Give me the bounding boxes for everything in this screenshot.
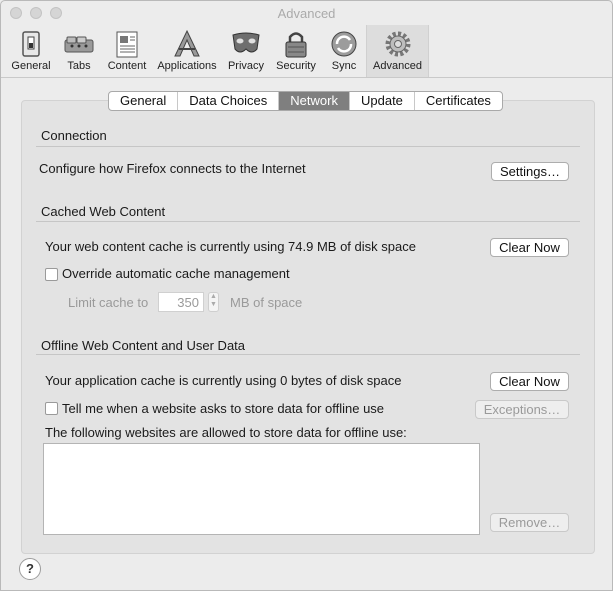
toolbar-item-tabs[interactable]: Tabs bbox=[58, 25, 100, 77]
cache-divider bbox=[36, 221, 580, 222]
exceptions-button[interactable]: Exceptions… bbox=[475, 400, 569, 419]
cache-heading: Cached Web Content bbox=[41, 204, 166, 219]
cache-limit-unit: MB of space bbox=[230, 295, 303, 310]
tell-me-checkbox[interactable] bbox=[45, 402, 58, 415]
toolbar-item-privacy[interactable]: Privacy bbox=[224, 25, 268, 77]
tabs-icon bbox=[64, 36, 94, 53]
toolbar-item-security[interactable]: Security bbox=[273, 25, 319, 77]
limit-cache-label: Limit cache to bbox=[68, 295, 149, 310]
preferences-window: Advanced General Tabs Content Applicatio… bbox=[0, 0, 613, 591]
connection-heading: Connection bbox=[41, 128, 107, 143]
toolbar-label-content: Content bbox=[107, 60, 147, 72]
preferences-toolbar: General Tabs Content Applications Privac… bbox=[1, 25, 612, 78]
tab-data-choices[interactable]: Data Choices bbox=[178, 92, 280, 110]
toolbar-label-advanced: Advanced bbox=[373, 60, 422, 72]
toolbar-item-general[interactable]: General bbox=[6, 25, 56, 77]
cache-limit-field[interactable]: 350 bbox=[158, 292, 204, 312]
tab-general[interactable]: General bbox=[109, 92, 179, 110]
applications-icon bbox=[174, 29, 200, 57]
toolbar-label-security: Security bbox=[276, 60, 316, 72]
lock-icon bbox=[285, 32, 307, 58]
toolbar-item-applications[interactable]: Applications bbox=[155, 25, 219, 77]
cache-usage-text: Your web content cache is currently usin… bbox=[45, 239, 416, 254]
toolbar-label-privacy: Privacy bbox=[227, 60, 265, 72]
connection-divider bbox=[36, 146, 580, 147]
advanced-tabs: General Data Choices Network Update Cert… bbox=[108, 91, 503, 111]
override-cache-checkbox[interactable] bbox=[45, 268, 58, 281]
clear-offline-button[interactable]: Clear Now bbox=[490, 372, 569, 391]
toolbar-label-general: General bbox=[11, 60, 51, 72]
switch-icon bbox=[22, 31, 40, 57]
toolbar-item-advanced[interactable]: Advanced bbox=[366, 25, 429, 77]
gear-icon bbox=[385, 31, 410, 57]
toolbar-label-tabs: Tabs bbox=[67, 60, 91, 72]
title-bar: Advanced bbox=[1, 1, 612, 25]
remove-button[interactable]: Remove… bbox=[490, 513, 569, 532]
offline-usage-text: Your application cache is currently usin… bbox=[45, 373, 402, 388]
sync-icon bbox=[331, 31, 357, 57]
tab-network[interactable]: Network bbox=[279, 92, 350, 110]
clear-cache-button[interactable]: Clear Now bbox=[490, 238, 569, 257]
content-icon bbox=[116, 31, 138, 58]
connection-description: Configure how Firefox connects to the In… bbox=[39, 161, 306, 176]
cache-limit-stepper[interactable]: ▲ ▼ bbox=[208, 292, 219, 312]
toolbar-label-applications: Applications bbox=[157, 60, 217, 72]
tab-update[interactable]: Update bbox=[350, 92, 415, 110]
offline-heading: Offline Web Content and User Data bbox=[41, 338, 246, 353]
settings-button[interactable]: Settings… bbox=[491, 162, 569, 181]
tell-me-label: Tell me when a website asks to store dat… bbox=[62, 401, 385, 416]
toolbar-item-sync[interactable]: Sync bbox=[324, 25, 364, 77]
offline-divider bbox=[36, 354, 580, 355]
offline-list-label: The following websites are allowed to st… bbox=[45, 425, 407, 440]
window-title: Advanced bbox=[277, 6, 336, 21]
override-cache-label: Override automatic cache management bbox=[62, 266, 290, 281]
mask-icon bbox=[232, 32, 260, 53]
toolbar-label-sync: Sync bbox=[331, 60, 357, 72]
help-button[interactable]: ? bbox=[19, 558, 41, 580]
offline-websites-list[interactable] bbox=[43, 443, 480, 535]
tab-certificates[interactable]: Certificates bbox=[415, 92, 502, 110]
toolbar-item-content[interactable]: Content bbox=[104, 25, 150, 77]
